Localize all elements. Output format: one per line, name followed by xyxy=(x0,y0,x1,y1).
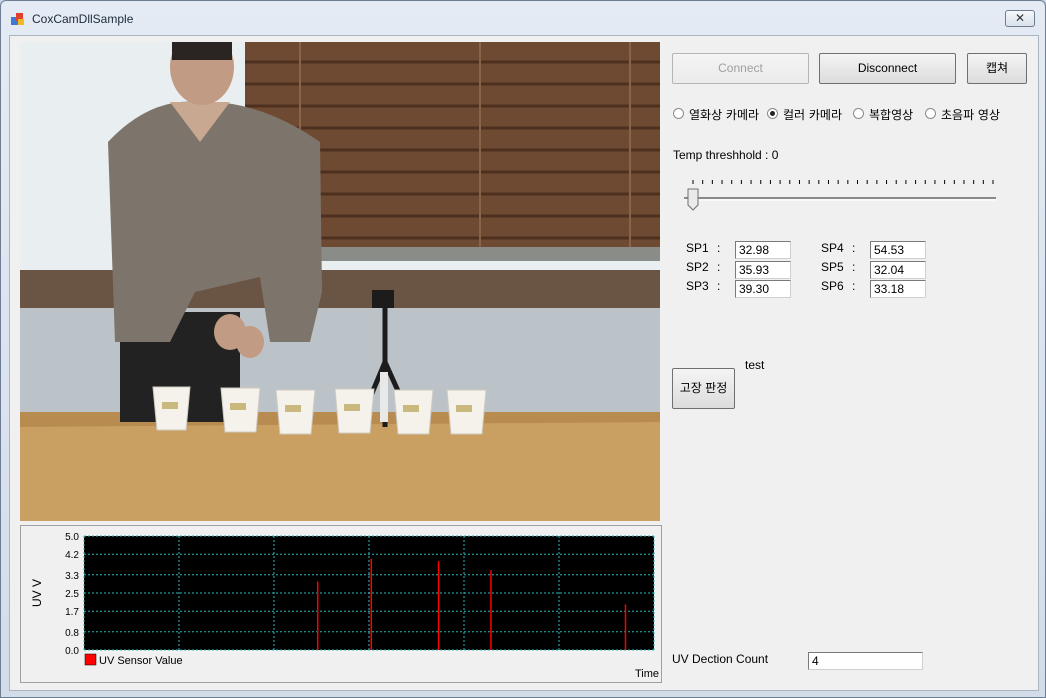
legend-swatch xyxy=(84,653,97,666)
radio-label: 초음파 영상 xyxy=(941,108,1001,122)
sp1-label: SP1 xyxy=(686,241,709,255)
sp6-label: SP6 xyxy=(821,279,844,293)
sp2-colon: : xyxy=(717,260,721,274)
uv-count-field[interactable]: 4 xyxy=(808,652,923,670)
legend-label: UV Sensor Value xyxy=(99,655,183,667)
radio-label: 복합영상 xyxy=(869,108,914,122)
y-axis-label: UV V xyxy=(30,579,44,607)
client-area: 5.0 4.2 3.3 2.5 1.7 0.8 0.0 UV V UV Sensor Value… xyxy=(9,35,1039,691)
camera-video-feed xyxy=(20,42,660,521)
sp2-label: SP2 xyxy=(686,260,709,274)
connect-button[interactable]: Connect xyxy=(672,53,809,84)
sp5-colon: : xyxy=(852,260,856,274)
close-icon: ✕ xyxy=(1014,11,1026,25)
sp5-label: SP5 xyxy=(821,260,844,274)
radio-indicator xyxy=(925,108,936,119)
radio-label: 컬러 카메라 xyxy=(783,108,843,122)
radio-label: 열화상 카메라 xyxy=(689,108,760,122)
sp6-field[interactable]: 33.18 xyxy=(870,280,926,298)
y-tick-label: 1.7 xyxy=(65,607,79,618)
y-tick-label: 0.8 xyxy=(65,628,79,639)
title-bar[interactable]: CoxCamDllSample ✕ xyxy=(1,1,1045,35)
radio-indicator xyxy=(853,108,864,119)
threshold-label: Temp threshhold : 0 xyxy=(673,148,779,162)
sp3-field[interactable]: 39.30 xyxy=(735,280,791,298)
threshold-slider[interactable] xyxy=(682,178,998,212)
y-tick-label: 3.3 xyxy=(65,571,79,582)
y-tick-label: 0.0 xyxy=(65,646,79,657)
sp4-field[interactable]: 54.53 xyxy=(870,241,926,259)
sp3-colon: : xyxy=(717,279,721,293)
uv-chart: 5.0 4.2 3.3 2.5 1.7 0.8 0.0 UV V UV Sensor Value… xyxy=(30,532,659,680)
sp2-field[interactable]: 35.93 xyxy=(735,261,791,279)
capture-button[interactable]: 캡쳐 xyxy=(967,53,1027,84)
slider-thumb xyxy=(687,188,699,211)
disconnect-button[interactable]: Disconnect xyxy=(819,53,956,84)
y-tick-label: 5.0 xyxy=(65,532,79,543)
fault-judge-button[interactable]: 고장 판정 xyxy=(672,368,735,409)
test-label: test xyxy=(745,358,765,372)
sp4-label: SP4 xyxy=(821,241,844,255)
sp3-label: SP3 xyxy=(686,279,709,293)
radio-indicator xyxy=(767,108,778,119)
window-title: CoxCamDllSample xyxy=(32,12,134,26)
sp5-field[interactable]: 32.04 xyxy=(870,261,926,279)
radio-indicator xyxy=(673,108,684,119)
y-tick-label: 4.2 xyxy=(65,550,79,561)
uv-count-label: UV Dection Count xyxy=(672,652,769,666)
sp1-colon: : xyxy=(717,241,721,255)
uv-chart-panel: 5.0 4.2 3.3 2.5 1.7 0.8 0.0 UV V UV Sensor Value… xyxy=(20,525,662,683)
y-tick-label: 2.5 xyxy=(65,589,79,600)
video-frame xyxy=(20,42,660,521)
sp1-field[interactable]: 32.98 xyxy=(735,241,791,259)
x-axis-label: Time xyxy=(635,668,659,680)
app-icon xyxy=(11,13,24,25)
app-window: CoxCamDllSample ✕ 5.0 4.2 3.3 2.5 1.7 0.… xyxy=(0,0,1046,698)
sp6-colon: : xyxy=(852,279,856,293)
sp4-colon: : xyxy=(852,241,856,255)
close-button[interactable]: ✕ xyxy=(1005,10,1035,27)
